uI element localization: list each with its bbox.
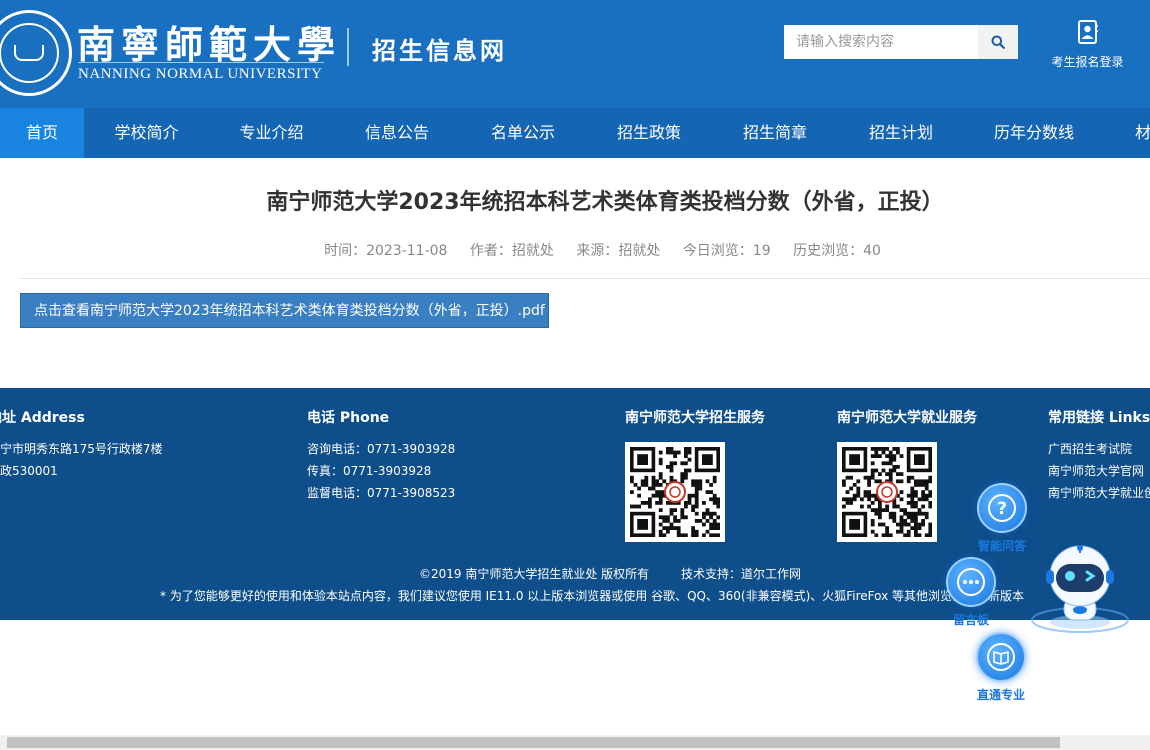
nav-item-about[interactable]: 学校简介 xyxy=(84,108,209,158)
question-icon: ? xyxy=(977,483,1027,533)
search-input[interactable] xyxy=(784,25,978,59)
major-direct-label: 直通专业 xyxy=(976,688,1025,702)
robot-assistant-icon[interactable] xyxy=(1030,540,1130,640)
postal-code: 邮政530001 xyxy=(0,464,58,478)
search-icon xyxy=(991,35,1005,49)
meta-today-views: 今日浏览：19 xyxy=(682,243,771,259)
meta-author: 作者：招就处 xyxy=(469,243,554,259)
search-button[interactable] xyxy=(978,25,1018,59)
qr-admissions-heading: 南宁师范大学招生服务 xyxy=(625,410,765,426)
copyright-text: ©2019 南宁师范大学招生就业处 版权所有 xyxy=(418,567,650,581)
nav-item-lists[interactable]: 名单公示 xyxy=(460,108,586,158)
smart-qa-label: 智能问答 xyxy=(977,539,1026,553)
nav-item-plan[interactable]: 招生计划 xyxy=(838,108,964,158)
phone-fax: 传真：0771-3903928 xyxy=(307,464,432,478)
qr-code-admissions xyxy=(625,442,725,542)
nav-item-announcements[interactable]: 信息公告 xyxy=(334,108,460,158)
school-name-en[interactable]: NANNING NORMAL UNIVERSITY xyxy=(78,66,322,83)
message-board-label: 留言板 xyxy=(952,613,989,627)
content-divider xyxy=(20,278,1150,279)
tech-support-text: 技术支持：道尔工作网 xyxy=(680,567,801,581)
links-heading: 常用链接 Links xyxy=(1048,410,1150,426)
nav-item-scores[interactable]: 历年分数线 xyxy=(964,108,1104,158)
phone-consult: 咨询电话：0771-3903928 xyxy=(307,442,456,456)
user-card-icon xyxy=(1077,20,1098,44)
message-board-button[interactable]: 留言板 xyxy=(944,557,998,628)
phone-supervise: 监督电话：0771-3908523 xyxy=(307,486,456,500)
university-emblem-icon[interactable] xyxy=(0,10,72,96)
phone-heading: 电话 Phone xyxy=(307,410,390,426)
qr-code-employment xyxy=(837,442,937,542)
school-name-cn[interactable]: 南寧師範大學 xyxy=(77,14,341,69)
main-nav: 首页 学校简介 专业介绍 信息公告 名单公示 招生政策 招生简章 招生计划 历年… xyxy=(0,108,1150,158)
smart-qa-button[interactable]: ? 智能问答 xyxy=(975,483,1029,554)
address-heading: 地址 Address xyxy=(0,410,85,426)
page-title: 南宁师范大学2023年统招本科艺术类体育类投档分数（外省，正投） xyxy=(266,190,944,215)
link-university-site[interactable]: 南宁师范大学官网 xyxy=(1048,462,1144,479)
login-label: 考生报名登录 xyxy=(1051,55,1124,69)
address-line: 南宁市明秀东路175号行政楼7楼 xyxy=(0,442,163,456)
site-header: 南寧師範大學 NANNING NORMAL UNIVERSITY 招生信息网 考… xyxy=(0,0,1150,108)
nav-item-more[interactable]: 材 xyxy=(1128,108,1150,158)
book-icon xyxy=(976,632,1026,682)
header-divider xyxy=(347,28,349,66)
search-box xyxy=(784,25,1018,59)
article-meta: 时间：2023-11-08 作者：招就处 来源：招就处 今日浏览：19 历史浏览… xyxy=(0,240,1150,260)
site-name: 招生信息网 xyxy=(372,36,507,65)
meta-total-views: 历史浏览：40 xyxy=(793,243,881,259)
student-login-button[interactable]: 考生报名登录 xyxy=(1040,20,1135,70)
svg-text:?: ? xyxy=(997,499,1007,519)
logo-divider-line xyxy=(78,62,324,63)
pdf-attachment-link[interactable]: 点击查看南宁师范大学2023年统招本科艺术类体育类投档分数（外省，正投）.pdf xyxy=(20,293,549,328)
link-employment-site[interactable]: 南宁师范大学就业创 xyxy=(1048,484,1150,501)
meta-time: 时间：2023-11-08 xyxy=(324,243,448,259)
browser-recommendation: * 为了您能够更好的使用和体验本站点内容，我们建议您使用 IE11.0 以上版本… xyxy=(160,589,1025,603)
link-exam-institute[interactable]: 广西招生考试院 xyxy=(1048,440,1132,457)
nav-item-brochure[interactable]: 招生简章 xyxy=(712,108,838,158)
horizontal-scrollbar-thumb[interactable] xyxy=(7,737,1060,748)
chat-bubble-icon xyxy=(946,557,996,607)
horizontal-scrollbar[interactable] xyxy=(0,735,1150,750)
nav-item-home[interactable]: 首页 xyxy=(0,108,84,158)
nav-item-policy[interactable]: 招生政策 xyxy=(586,108,712,158)
qr-employment-heading: 南宁师范大学就业服务 xyxy=(837,410,977,426)
meta-source: 来源：招就处 xyxy=(576,243,661,259)
nav-item-majors[interactable]: 专业介绍 xyxy=(209,108,334,158)
major-direct-button[interactable]: 直通专业 xyxy=(974,632,1028,703)
